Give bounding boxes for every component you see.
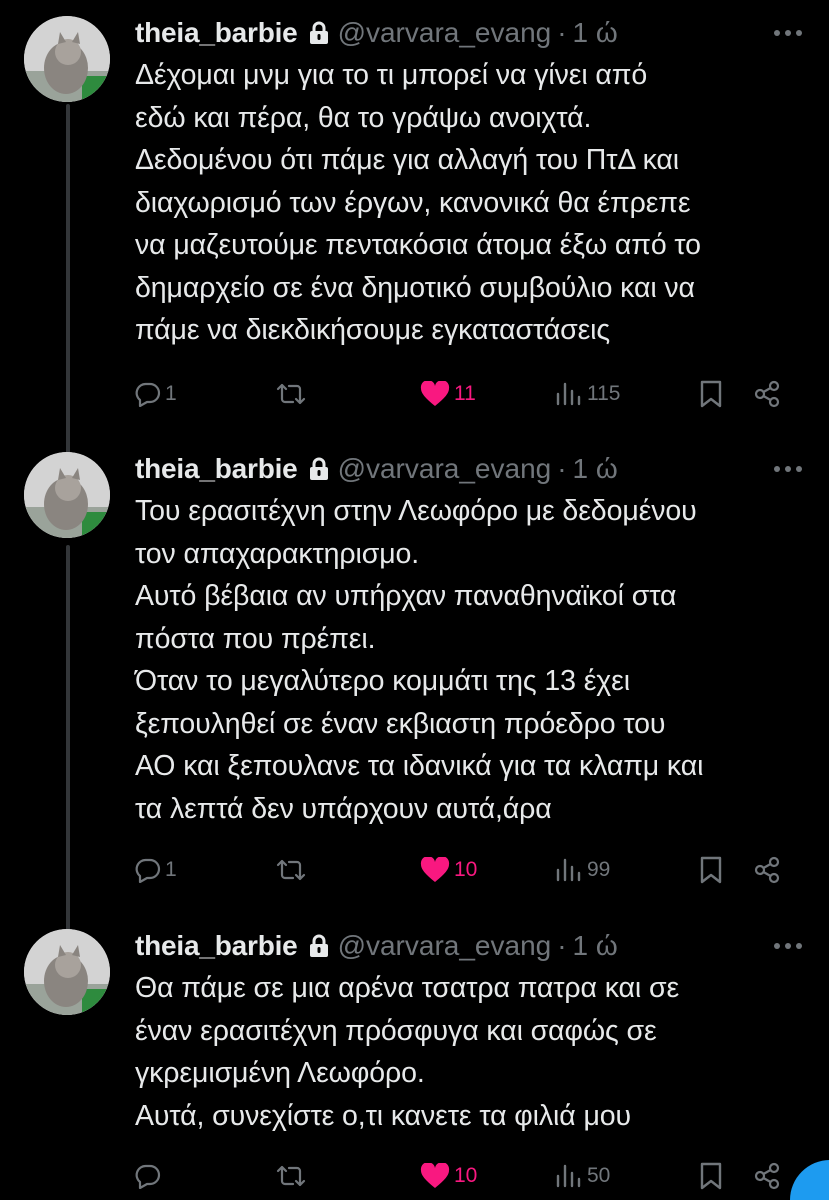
tweet-actions: 10 50 xyxy=(135,1158,795,1194)
reply-button[interactable]: 1 xyxy=(135,376,177,412)
thread-view: theia_barbie @varvara_evang · 1 ώ Δέχομα… xyxy=(0,0,829,1200)
views-icon xyxy=(556,382,581,406)
tweet-content: theia_barbie @varvara_evang · 1 ώ Θα πάμ… xyxy=(135,929,805,1137)
tweet-content: theia_barbie @varvara_evang · 1 ώ Του ερ… xyxy=(135,452,805,830)
views-icon xyxy=(556,1164,581,1188)
reply-button[interactable] xyxy=(135,1158,165,1194)
handle[interactable]: @varvara_evang xyxy=(338,929,552,963)
separator-dot: · xyxy=(557,17,567,48)
timestamp[interactable]: 1 ώ xyxy=(573,452,618,486)
retweet-icon xyxy=(276,859,306,881)
share-button[interactable] xyxy=(753,1158,781,1194)
retweet-icon xyxy=(276,383,306,405)
avatar[interactable] xyxy=(24,929,110,1015)
retweet-button[interactable] xyxy=(275,852,311,888)
thread-line xyxy=(66,104,70,456)
cat-avatar-image xyxy=(24,929,110,1015)
reply-count: 1 xyxy=(165,382,177,405)
separator-dot: · xyxy=(557,930,567,961)
lock-icon xyxy=(309,21,328,44)
view-count: 99 xyxy=(587,858,611,881)
handle[interactable]: @varvara_evang xyxy=(338,16,552,50)
like-button[interactable]: 11 xyxy=(420,376,476,412)
views-button[interactable]: 115 xyxy=(555,376,620,412)
thread-line xyxy=(66,545,70,933)
tweet-header: theia_barbie @varvara_evang · 1 ώ xyxy=(135,16,805,50)
heart-icon xyxy=(420,381,450,406)
share-icon xyxy=(754,856,780,884)
handle[interactable]: @varvara_evang xyxy=(338,452,552,486)
bookmark-button[interactable] xyxy=(699,1158,723,1194)
like-count: 10 xyxy=(454,1164,478,1187)
like-button[interactable]: 10 xyxy=(420,1158,477,1194)
lock-icon xyxy=(309,934,328,957)
tweet-actions: 1 11 115 xyxy=(135,376,795,412)
heart-icon xyxy=(420,857,450,882)
share-button[interactable] xyxy=(753,852,781,888)
bookmark-button[interactable] xyxy=(699,852,723,888)
tweet-header: theia_barbie @varvara_evang · 1 ώ xyxy=(135,452,805,486)
reply-icon xyxy=(135,1164,161,1189)
display-name[interactable]: theia_barbie xyxy=(135,929,298,963)
cat-avatar-image xyxy=(24,452,110,538)
tweet-text: Δέχομαι μνμ για το τι μπορεί να γίνει απ… xyxy=(135,59,701,346)
views-icon xyxy=(556,858,581,882)
separator-dot: · xyxy=(557,453,567,484)
retweet-button[interactable] xyxy=(275,376,311,412)
reply-icon xyxy=(135,382,161,407)
timestamp[interactable]: 1 ώ xyxy=(573,16,618,50)
retweet-icon xyxy=(276,1165,306,1187)
view-count: 115 xyxy=(587,382,621,405)
like-count: 10 xyxy=(454,858,478,881)
tweet-content: theia_barbie @varvara_evang · 1 ώ Δέχομα… xyxy=(135,16,805,352)
tweet-text: Του ερασιτέχνη στην Λεωφόρο με δεδομένου… xyxy=(135,495,704,825)
cat-avatar-image xyxy=(24,16,110,102)
share-icon xyxy=(754,380,780,408)
more-options-icon[interactable] xyxy=(771,931,805,961)
avatar[interactable] xyxy=(24,16,110,102)
share-button[interactable] xyxy=(753,376,781,412)
compose-button[interactable] xyxy=(790,1160,829,1200)
like-button[interactable]: 10 xyxy=(420,852,477,888)
display-name[interactable]: theia_barbie xyxy=(135,452,298,486)
views-button[interactable]: 50 xyxy=(555,1158,610,1194)
bookmark-icon xyxy=(700,380,722,408)
retweet-button[interactable] xyxy=(275,1158,311,1194)
tweet-actions: 1 10 99 xyxy=(135,852,795,888)
avatar[interactable] xyxy=(24,452,110,538)
reply-button[interactable]: 1 xyxy=(135,852,177,888)
tweet-header: theia_barbie @varvara_evang · 1 ώ xyxy=(135,929,805,963)
lock-icon xyxy=(309,457,328,480)
views-button[interactable]: 99 xyxy=(555,852,610,888)
view-count: 50 xyxy=(587,1164,611,1187)
like-count: 11 xyxy=(454,382,476,405)
bookmark-button[interactable] xyxy=(699,376,723,412)
heart-icon xyxy=(420,1163,450,1188)
display-name[interactable]: theia_barbie xyxy=(135,16,298,50)
share-icon xyxy=(754,1162,780,1190)
reply-count: 1 xyxy=(165,858,177,881)
bookmark-icon xyxy=(700,856,722,884)
reply-icon xyxy=(135,858,161,883)
timestamp[interactable]: 1 ώ xyxy=(573,929,618,963)
tweet-text: Θα πάμε σε μια αρένα τσατρα πατρα και σε… xyxy=(135,972,680,1132)
more-options-icon[interactable] xyxy=(771,454,805,484)
bookmark-icon xyxy=(700,1162,722,1190)
more-options-icon[interactable] xyxy=(771,18,805,48)
